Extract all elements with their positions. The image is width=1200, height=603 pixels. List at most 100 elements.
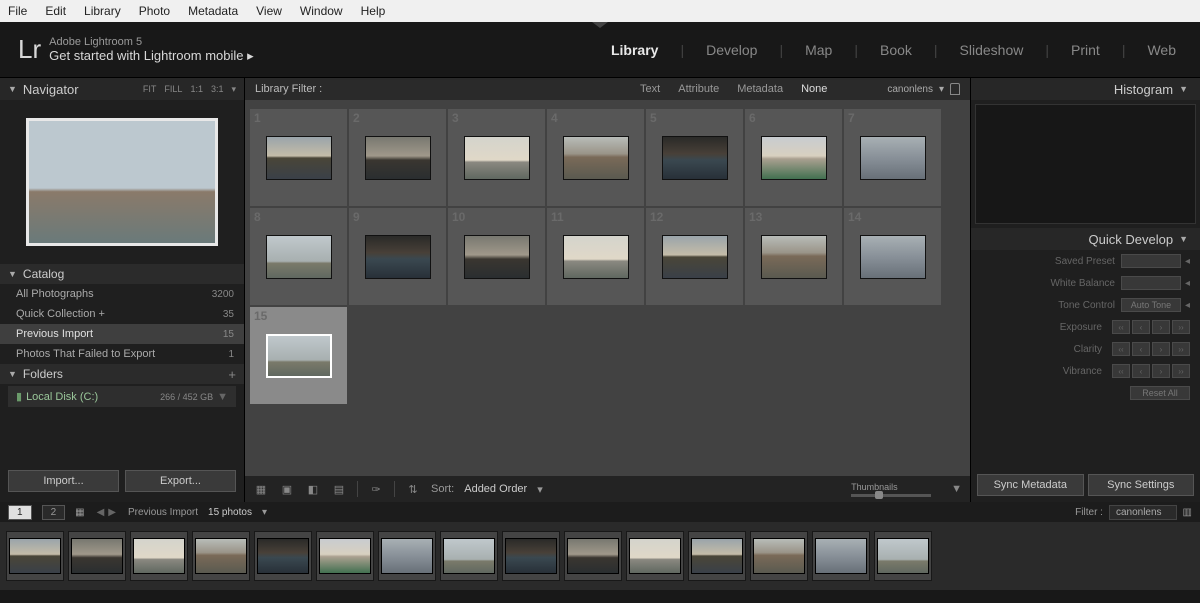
survey-view-icon[interactable]: ▤ — [331, 481, 347, 497]
filmstrip-cell[interactable] — [874, 531, 932, 581]
filmstrip-cell[interactable] — [626, 531, 684, 581]
nav-3to1[interactable]: 3:1 — [211, 84, 224, 95]
module-slideshow[interactable]: Slideshow — [954, 42, 1030, 58]
nav-grid-icon[interactable]: ▦ — [75, 507, 84, 518]
filmstrip-cell[interactable] — [564, 531, 622, 581]
filmstrip-cell[interactable] — [68, 531, 126, 581]
module-library[interactable]: Library — [605, 42, 664, 58]
grid-cell[interactable]: 13 — [745, 208, 842, 305]
sort-value[interactable]: Added Order — [464, 483, 527, 495]
nav-fit[interactable]: FIT — [143, 84, 157, 95]
grid-cell[interactable]: 1 — [250, 109, 347, 206]
chevron-down-icon[interactable]: ▾ — [939, 84, 944, 95]
filter-tab-text[interactable]: Text — [640, 83, 660, 95]
export-button[interactable]: Export... — [125, 470, 236, 492]
filmstrip[interactable] — [0, 522, 1200, 590]
chevron-down-icon[interactable]: ▼ — [217, 391, 228, 403]
menu-help[interactable]: Help — [361, 4, 386, 18]
catalog-row[interactable]: All Photographs 3200 — [0, 284, 244, 304]
grid-cell[interactable]: 11 — [547, 208, 644, 305]
grid-cell[interactable]: 3 — [448, 109, 545, 206]
chevron-down-icon[interactable]: ▾ — [262, 507, 267, 518]
menu-library[interactable]: Library — [84, 4, 121, 18]
screen-1-button[interactable]: 1 — [8, 505, 32, 520]
grid-cell[interactable]: 6 — [745, 109, 842, 206]
grid-cell[interactable]: 12 — [646, 208, 743, 305]
chevron-left-icon[interactable]: ◂ — [1185, 278, 1190, 289]
module-develop[interactable]: Develop — [700, 42, 763, 58]
filmstrip-cell[interactable] — [688, 531, 746, 581]
module-print[interactable]: Print — [1065, 42, 1106, 58]
filmstrip-cell[interactable] — [254, 531, 312, 581]
histogram-header[interactable]: Histogram ▼ — [971, 78, 1200, 100]
filmstrip-cell[interactable] — [192, 531, 250, 581]
sort-direction-icon[interactable]: ⇅ — [405, 481, 421, 497]
filmstrip-cell[interactable] — [6, 531, 64, 581]
filmstrip-cell[interactable] — [502, 531, 560, 581]
grid-cell[interactable]: 5 — [646, 109, 743, 206]
thumbnail-size-slider[interactable]: Thumbnails — [851, 482, 931, 497]
nav-fill[interactable]: FILL — [164, 84, 182, 95]
add-folder-icon[interactable]: + — [228, 367, 236, 382]
grid-cell[interactable]: 10 — [448, 208, 545, 305]
menu-window[interactable]: Window — [300, 4, 343, 18]
catalog-row[interactable]: Quick Collection + 35 — [0, 304, 244, 324]
filter-tab-attribute[interactable]: Attribute — [678, 83, 719, 95]
grid-cell[interactable]: 4 — [547, 109, 644, 206]
module-web[interactable]: Web — [1141, 42, 1182, 58]
filter-preset-select[interactable]: canonlens — [1109, 505, 1177, 520]
filter-tab-metadata[interactable]: Metadata — [737, 83, 783, 95]
grid-cell[interactable]: 9 — [349, 208, 446, 305]
loupe-view-icon[interactable]: ▣ — [279, 481, 295, 497]
screen-2-button[interactable]: 2 — [42, 505, 66, 520]
painter-tool-icon[interactable]: ✑ — [368, 481, 384, 497]
grid-cell[interactable]: 8 — [250, 208, 347, 305]
menu-metadata[interactable]: Metadata — [188, 4, 238, 18]
grid-cell[interactable]: 15 — [250, 307, 347, 404]
exposure-stepper[interactable]: ‹‹‹››› — [1112, 320, 1190, 334]
nav-forward-icon[interactable]: ▶ — [108, 507, 116, 518]
filmstrip-cell[interactable] — [750, 531, 808, 581]
menu-photo[interactable]: Photo — [139, 4, 170, 18]
quick-develop-header[interactable]: Quick Develop ▼ — [971, 228, 1200, 250]
module-book[interactable]: Book — [874, 42, 918, 58]
get-started-link[interactable]: Get started with Lightroom mobile ▸ — [49, 48, 254, 64]
filmstrip-cell[interactable] — [316, 531, 374, 581]
chevron-down-icon[interactable]: ▾ — [537, 483, 543, 496]
menu-edit[interactable]: Edit — [45, 4, 66, 18]
vibrance-stepper[interactable]: ‹‹‹››› — [1112, 364, 1190, 378]
chevron-left-icon[interactable]: ◂ — [1185, 300, 1190, 311]
auto-tone-button[interactable]: Auto Tone — [1121, 298, 1181, 312]
compare-view-icon[interactable]: ◧ — [305, 481, 321, 497]
collapse-top-icon[interactable] — [592, 22, 608, 28]
lock-icon[interactable] — [950, 83, 960, 95]
reset-all-button[interactable]: Reset All — [1130, 386, 1190, 400]
catalog-row[interactable]: Photos That Failed to Export 1 — [0, 344, 244, 364]
nav-back-icon[interactable]: ◀ — [97, 507, 105, 518]
clarity-stepper[interactable]: ‹‹‹››› — [1112, 342, 1190, 356]
filmstrip-cell[interactable] — [812, 531, 870, 581]
sync-settings-button[interactable]: Sync Settings — [1088, 474, 1195, 496]
grid-cell[interactable]: 7 — [844, 109, 941, 206]
filter-switch-icon[interactable]: ▥ — [1183, 507, 1192, 518]
grid-cell[interactable]: 14 — [844, 208, 941, 305]
qd-white-balance-select[interactable] — [1121, 276, 1181, 290]
catalog-row[interactable]: Previous Import 15 — [0, 324, 244, 344]
navigator-header[interactable]: ▼ Navigator FIT FILL 1:1 3:1 ▾ — [0, 78, 244, 100]
qd-saved-preset-select[interactable] — [1121, 254, 1181, 268]
catalog-header[interactable]: ▼ Catalog — [0, 264, 244, 284]
grid-cell[interactable]: 2 — [349, 109, 446, 206]
filmstrip-cell[interactable] — [378, 531, 436, 581]
filmstrip-cell[interactable] — [130, 531, 188, 581]
breadcrumb-path[interactable]: Previous Import — [128, 507, 198, 518]
module-map[interactable]: Map — [799, 42, 838, 58]
filmstrip-cell[interactable] — [440, 531, 498, 581]
menu-file[interactable]: File — [8, 4, 27, 18]
filter-tab-none[interactable]: None — [801, 83, 827, 95]
sync-metadata-button[interactable]: Sync Metadata — [977, 474, 1084, 496]
grid-view-icon[interactable]: ▦ — [253, 481, 269, 497]
menu-view[interactable]: View — [256, 4, 282, 18]
chevron-left-icon[interactable]: ◂ — [1185, 256, 1190, 267]
folders-header[interactable]: ▼ Folders + — [0, 364, 244, 384]
import-button[interactable]: Import... — [8, 470, 119, 492]
